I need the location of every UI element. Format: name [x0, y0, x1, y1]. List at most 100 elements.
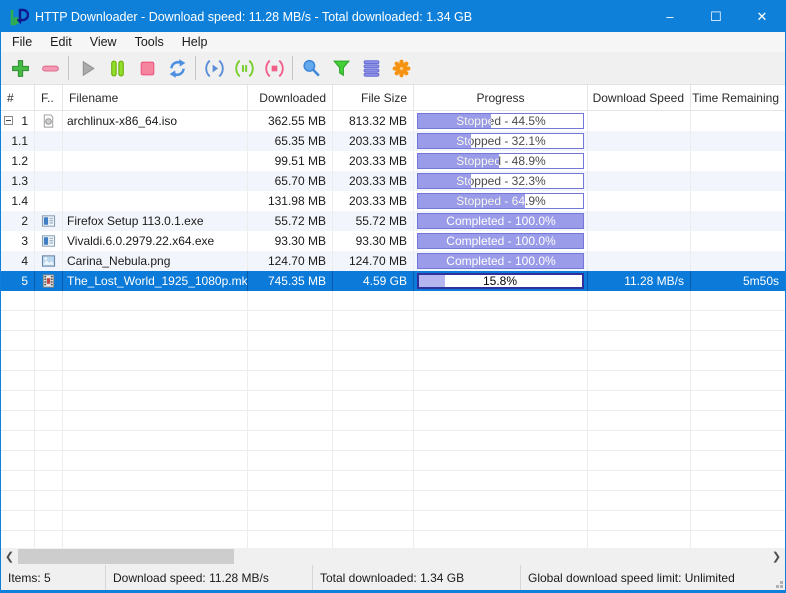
minimize-button[interactable]: –	[647, 1, 693, 32]
filename-cell	[63, 191, 248, 211]
menu-item-tools[interactable]: Tools	[126, 32, 173, 52]
column-header-timeremaining[interactable]: Time Remaining	[691, 85, 785, 110]
search-button[interactable]	[296, 54, 326, 82]
table-row[interactable]: 1.2 99.51 MB 203.33 MB Stopped - 48.9% Stopp…	[1, 151, 785, 171]
list-header: # F.. Filename Downloaded File Size Progress D…	[1, 85, 785, 111]
menu-item-help[interactable]: Help	[173, 32, 217, 52]
progress-label-overlay: Stopped - 32.1%	[418, 134, 471, 148]
close-button[interactable]: ✕	[739, 1, 785, 32]
progress-bar: Stopped - 44.5%Stopped - 44.5%	[417, 113, 584, 129]
status-section-1: Download speed: 11.28 MB/s	[106, 565, 313, 590]
filename-cell: Carina_Nebula.png	[63, 251, 248, 271]
progress-cell: Completed - 100.0%	[414, 211, 588, 231]
column-header-[interactable]: #	[1, 85, 35, 110]
column-header-downloaded[interactable]: Downloaded	[248, 85, 333, 110]
toolbar	[1, 52, 785, 85]
column-header-progress[interactable]: Progress	[414, 85, 588, 110]
downloaded-cell: 124.70 MB	[248, 251, 333, 271]
table-row[interactable]: 1 archlinux-x86_64.iso 362.55 MB 813.32 MB S…	[1, 111, 785, 131]
download-speed-cell	[588, 231, 691, 251]
downloaded-cell: 65.35 MB	[248, 131, 333, 151]
table-row[interactable]: 2 Firefox Setup 113.0.1.exe 55.72 MB 55.72 …	[1, 211, 785, 231]
table-row[interactable]: 1.365.70 MB203.33 MBStopped - 32.3%Stopp…	[1, 171, 785, 191]
scroll-left-arrow[interactable]: ❮	[1, 548, 18, 565]
downloaded-cell: 65.70 MB	[248, 171, 333, 191]
scrollbar-thumb[interactable]	[18, 549, 234, 564]
table-row[interactable]: 4 Carina_Nebula.png 124.70 MB 124.70 MB Comp…	[1, 251, 785, 271]
stop-all-button[interactable]	[259, 54, 289, 82]
row-number: 1.4	[1, 191, 35, 211]
maximize-button[interactable]: ☐	[693, 1, 739, 32]
start-all-button[interactable]	[199, 54, 229, 82]
table-row[interactable]: 1.165.35 MB203.33 MBStopped - 32.1%Stopp…	[1, 131, 785, 151]
filter-button[interactable]	[326, 54, 356, 82]
file-type-icon	[35, 151, 63, 171]
column-header-f[interactable]: F..	[35, 85, 63, 110]
progress-label: Stopped - 64.9%	[456, 194, 526, 208]
filename-cell: archlinux-x86_64.iso	[63, 111, 248, 131]
download-speed-cell	[588, 151, 691, 171]
menu-item-edit[interactable]: Edit	[41, 32, 81, 52]
time-remaining-cell	[691, 151, 785, 171]
app-window: HTTP Downloader - Download speed: 11.28 …	[0, 0, 786, 593]
empty-list-area	[1, 291, 785, 548]
restart-button[interactable]	[162, 54, 192, 82]
file-type-icon	[35, 251, 63, 271]
column-header-filesize[interactable]: File Size	[333, 85, 414, 110]
menu-bar: File Edit View Tools Help	[1, 32, 785, 52]
pause-button[interactable]	[102, 54, 132, 82]
collapse-toggle-icon[interactable]	[4, 116, 13, 125]
table-row[interactable]: 1.4 131.98 MB 203.33 MB Stopped - 64.9% Stop…	[1, 191, 785, 211]
status-section-2: Total downloaded: 1.34 GB	[313, 565, 521, 590]
filename-cell: The_Lost_World_1925_1080p.mkv	[63, 271, 248, 291]
filename-cell: Vivaldi.6.0.2979.22.x64.exe	[63, 231, 248, 251]
table-row[interactable]: 3 Vivaldi.6.0.2979.22.x64.exe 93.30 MB 93.3…	[1, 231, 785, 251]
row-number: 5	[1, 271, 35, 291]
downloaded-cell: 745.35 MB	[248, 271, 333, 291]
column-header-downloadspeed[interactable]: Download Speed	[588, 85, 691, 110]
scroll-right-arrow[interactable]: ❯	[768, 548, 785, 565]
row-number: 1.2	[1, 151, 35, 171]
start-button[interactable]	[72, 54, 102, 82]
resize-grip[interactable]	[780, 585, 783, 588]
queue-button[interactable]	[356, 54, 386, 82]
progress-bar: Completed - 100.0%	[417, 253, 584, 269]
progress-bar: 15.8%	[417, 273, 584, 289]
time-remaining-cell	[691, 131, 785, 151]
filename-cell: Firefox Setup 113.0.1.exe	[63, 211, 248, 231]
progress-label-overlay: Stopped - 44.5%	[418, 114, 491, 128]
file-type-icon	[35, 171, 63, 191]
status-bar: Items: 5 Download speed: 11.28 MB/s Total …	[1, 565, 785, 590]
column-header-filename[interactable]: Filename	[63, 85, 248, 110]
progress-cell: 15.8%	[414, 271, 588, 291]
toolbar-separator	[292, 56, 293, 80]
filesize-cell: 203.33 MB	[333, 151, 414, 171]
progress-label: Stopped - 32.1%	[456, 134, 471, 148]
add-button[interactable]	[5, 54, 35, 82]
row-number: 1	[1, 111, 35, 131]
toolbar-separator	[68, 56, 69, 80]
download-speed-cell: 11.28 MB/s	[588, 271, 691, 291]
filesize-cell: 203.33 MB	[333, 171, 414, 191]
menu-item-view[interactable]: View	[81, 32, 126, 52]
downloaded-cell: 362.55 MB	[248, 111, 333, 131]
toolbar-separator	[195, 56, 196, 80]
progress-label-overlay: Stopped - 48.9%	[418, 154, 498, 168]
progress-cell: Stopped - 64.9%Stopped - 64.9%	[414, 191, 588, 211]
filename-cell	[63, 131, 248, 151]
downloaded-cell: 55.72 MB	[248, 211, 333, 231]
filesize-cell: 4.59 GB	[333, 271, 414, 291]
download-speed-cell	[588, 131, 691, 151]
stop-button[interactable]	[132, 54, 162, 82]
row-number: 2	[1, 211, 35, 231]
pause-all-button[interactable]	[229, 54, 259, 82]
file-type-icon	[35, 271, 63, 291]
download-speed-cell	[588, 251, 691, 271]
menu-item-file[interactable]: File	[3, 32, 41, 52]
remove-button[interactable]	[35, 54, 65, 82]
progress-bar: Stopped - 64.9%Stopped - 64.9%	[417, 193, 584, 209]
options-button[interactable]	[386, 54, 416, 82]
table-row[interactable]: 5 The_Lost_World_1925_1080p.mkv 745.35 MB 4…	[1, 271, 785, 291]
progress-cell: Completed - 100.0%	[414, 231, 588, 251]
download-speed-cell	[588, 111, 691, 131]
